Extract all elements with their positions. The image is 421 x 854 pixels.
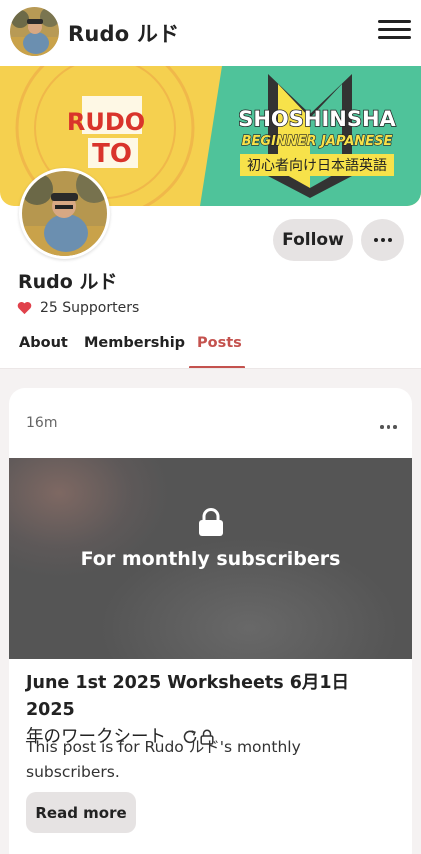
- locked-content-preview[interactable]: For monthly subscribers: [9, 458, 412, 659]
- post-timestamp: 16m: [26, 415, 58, 431]
- post-body: This post is for Rudo ルド's monthly subsc…: [26, 738, 301, 781]
- lock-icon: [199, 508, 223, 536]
- tab-membership[interactable]: Membership: [84, 335, 185, 351]
- more-horizontal-icon: [373, 238, 378, 242]
- tab-about[interactable]: About: [19, 335, 68, 351]
- avatar-photo-large: [22, 171, 107, 256]
- profile-tabs: About Membership Posts: [0, 330, 421, 370]
- banner-brand-tagline: 初心者向け日本語英語: [247, 157, 387, 174]
- tab-posts[interactable]: Posts: [197, 335, 242, 351]
- top-bar: Rudo ルド: [0, 0, 421, 64]
- creator-avatar[interactable]: [19, 168, 110, 259]
- post-more-icon[interactable]: [380, 425, 397, 429]
- hamburger-menu-icon[interactable]: [378, 20, 411, 42]
- follow-button[interactable]: Follow: [273, 219, 353, 261]
- post-card[interactable]: 16m For monthly subscribers June 1st 202…: [9, 388, 412, 854]
- banner-logo-to: TO: [92, 139, 132, 169]
- locked-message: For monthly subscribers: [80, 548, 341, 570]
- banner-brand-title: SHOSHINSHA: [238, 107, 396, 131]
- supporters-label: 25 Supporters: [40, 300, 140, 316]
- banner-logo-rudo: RUDO: [67, 108, 145, 136]
- creator-avatar-small[interactable]: [10, 7, 59, 56]
- banner-brand-subtitle: BEGINNER JAPANESE: [242, 134, 393, 149]
- page-title: Rudo ルド: [68, 22, 180, 46]
- heart-icon: [17, 301, 32, 315]
- posts-feed: 16m For monthly subscribers June 1st 202…: [0, 369, 421, 854]
- more-options-button[interactable]: [361, 219, 404, 261]
- avatar-photo: [10, 7, 59, 56]
- supporters-count: 25 Supporters: [17, 300, 139, 316]
- read-more-button[interactable]: Read more: [26, 792, 136, 833]
- post-title-line1: June 1st 2025 Worksheets 6月1日2025: [26, 673, 350, 720]
- creator-name: Rudo ルド: [18, 271, 118, 293]
